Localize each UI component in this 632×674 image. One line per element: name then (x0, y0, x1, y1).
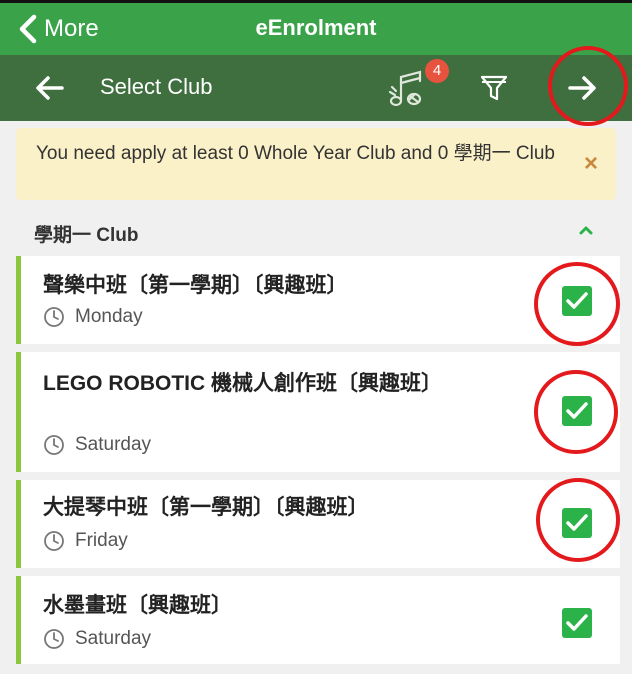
section-title: 學期一 Club (34, 225, 139, 246)
notification-badge: 4 (425, 59, 449, 83)
club-schedule: Monday (43, 306, 143, 328)
app-bar: More eEnrolment (0, 3, 632, 55)
club-item[interactable]: 水墨畫班〔興趣班〕 Saturday (16, 576, 620, 664)
check-icon (566, 614, 588, 631)
club-item[interactable]: LEGO ROBOTIC 機械人創作班〔興趣班〕 Saturday (16, 352, 620, 472)
filter-icon[interactable] (479, 73, 509, 103)
clock-icon (44, 435, 64, 455)
chevron-up-icon[interactable] (578, 224, 594, 236)
requirement-notice: You need apply at least 0 Whole Year Clu… (16, 128, 616, 200)
club-checkbox[interactable] (562, 608, 592, 638)
club-schedule: Saturday (43, 628, 151, 650)
page-title: Select Club (100, 74, 213, 99)
club-name: 大提琴中班〔第一學期〕〔興趣班〕 (43, 496, 369, 519)
club-name: 聲樂中班〔第一學期〕〔興趣班〕 (43, 274, 348, 297)
clock-icon (44, 531, 64, 551)
club-day: Saturday (75, 628, 152, 649)
club-item[interactable]: 大提琴中班〔第一學期〕〔興趣班〕 Friday (16, 480, 620, 568)
club-schedule: Saturday (43, 434, 151, 456)
club-day: Saturday (75, 434, 152, 455)
back-arrow-icon[interactable] (34, 72, 66, 104)
clock-icon (44, 307, 64, 327)
club-name: LEGO ROBOTIC 機械人創作班〔興趣班〕 (43, 372, 442, 395)
close-icon[interactable]: × (584, 152, 598, 176)
annotation-circle-check-1 (534, 262, 620, 346)
club-day: Friday (75, 530, 128, 551)
annotation-circle-check-3 (536, 478, 620, 562)
annotation-circle-check-2 (534, 370, 618, 454)
club-item[interactable]: 聲樂中班〔第一學期〕〔興趣班〕 Monday (16, 256, 620, 344)
club-name: 水墨畫班〔興趣班〕 (43, 594, 232, 617)
notice-text: You need apply at least 0 Whole Year Clu… (36, 143, 555, 164)
annotation-circle-next (548, 46, 628, 126)
club-schedule: Friday (43, 530, 128, 552)
select-club-toolbar: Select Club 4 (0, 55, 632, 121)
app-title: eEnrolment (255, 15, 377, 40)
clock-icon (44, 629, 64, 649)
club-day: Monday (75, 306, 143, 327)
section-header[interactable]: 學期一 Club (16, 212, 616, 252)
